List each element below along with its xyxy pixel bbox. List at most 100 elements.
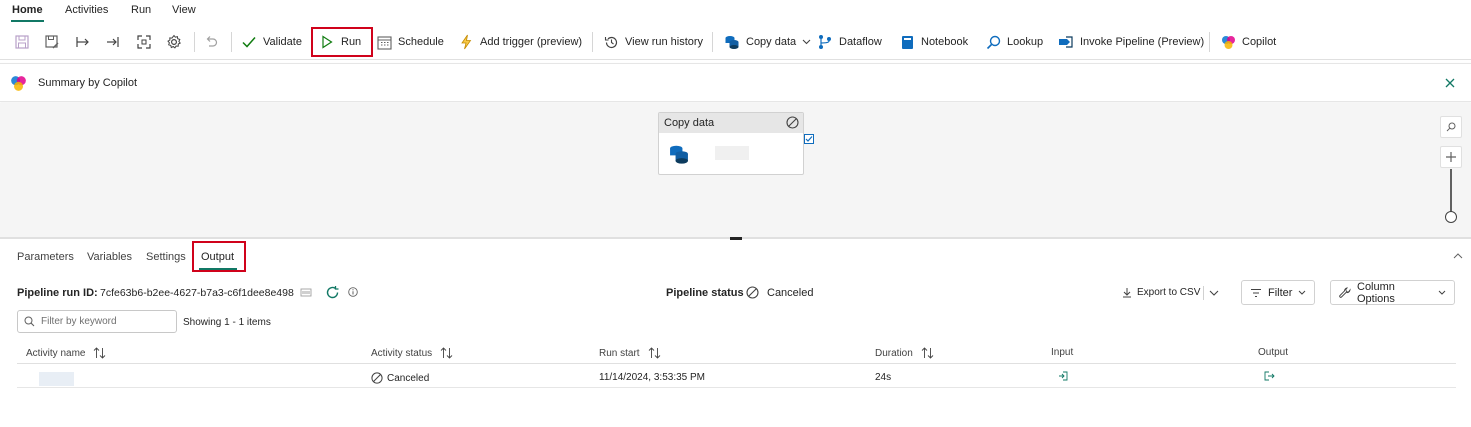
lookup-button[interactable]: Lookup xyxy=(985,31,1043,53)
dataflow-label: Dataflow xyxy=(839,36,882,48)
divider xyxy=(1203,286,1204,300)
filter-keyword-placeholder: Filter by keyword xyxy=(41,316,117,327)
schedule-button[interactable]: Schedule xyxy=(376,31,444,53)
notebook-button[interactable]: Notebook xyxy=(899,31,968,53)
column-header-input: Input xyxy=(1051,347,1073,358)
panel-resize-handle[interactable] xyxy=(730,237,742,240)
column-header-output: Output xyxy=(1258,347,1288,358)
refresh-icon[interactable] xyxy=(325,285,340,300)
filter-label: Filter xyxy=(1268,286,1293,299)
copilot-label: Copilot xyxy=(1242,36,1277,48)
sort-icon[interactable] xyxy=(93,347,106,359)
column-header-duration[interactable]: Duration xyxy=(875,347,934,359)
menu-tab-view[interactable]: View xyxy=(172,4,196,16)
sort-icon[interactable] xyxy=(440,347,453,359)
export-csv-button[interactable]: Export to CSV xyxy=(1122,287,1200,298)
dataflow-button[interactable]: Dataflow xyxy=(817,31,882,53)
zoom-slider-track[interactable] xyxy=(1450,169,1452,215)
activity-select-checkbox[interactable] xyxy=(804,134,814,144)
output-cell[interactable] xyxy=(1264,371,1275,381)
input-cell[interactable] xyxy=(1058,371,1068,381)
search-icon xyxy=(24,316,35,327)
step-in-button[interactable] xyxy=(75,31,91,53)
info-icon[interactable] xyxy=(348,287,358,297)
export-chevron-down-icon[interactable] xyxy=(1209,290,1219,296)
menu-tab-run[interactable]: Run xyxy=(131,4,151,16)
invoke-pipeline-button[interactable]: Invoke Pipeline (Preview) xyxy=(1058,31,1204,53)
arrow-right-bar-icon xyxy=(75,34,91,50)
tab-variables[interactable]: Variables xyxy=(87,251,132,263)
copy-data-button[interactable]: Copy data xyxy=(724,31,811,53)
add-trigger-button[interactable]: Add trigger (preview) xyxy=(458,31,582,53)
activity-name-cell[interactable] xyxy=(39,372,74,386)
view-run-history-button[interactable]: View run history xyxy=(603,31,703,53)
activity-status-value: Canceled xyxy=(387,372,430,384)
filter-button[interactable]: Filter xyxy=(1241,280,1315,305)
copy-data-icon xyxy=(668,143,690,165)
step-out-button[interactable] xyxy=(105,31,121,53)
lookup-label: Lookup xyxy=(1007,36,1044,48)
filter-keyword-input[interactable]: Filter by keyword xyxy=(17,310,177,333)
activity-name-redacted xyxy=(715,146,749,160)
tab-settings[interactable]: Settings xyxy=(146,251,186,263)
fit-view-button[interactable] xyxy=(136,31,152,53)
export-csv-label: Export to CSV xyxy=(1137,287,1201,298)
invoke-pipeline-label: Invoke Pipeline (Preview) xyxy=(1080,36,1205,48)
column-options-button[interactable]: Column Options xyxy=(1330,280,1455,305)
column-header-activity-status[interactable]: Activity status xyxy=(371,347,453,359)
bottom-panel: Parameters Variables Settings Output Pip… xyxy=(0,237,1471,427)
copy-id-icon[interactable] xyxy=(300,287,312,298)
duration-cell: 24s xyxy=(875,372,891,383)
collapse-panel-icon[interactable] xyxy=(1453,252,1463,259)
deactivate-icon[interactable] xyxy=(786,116,799,129)
toolbar-divider xyxy=(231,32,232,52)
view-run-history-label: View run history xyxy=(625,36,704,48)
menu-tab-home[interactable]: Home xyxy=(12,4,43,16)
column-header-activity-name[interactable]: Activity name xyxy=(26,347,106,359)
download-icon xyxy=(1122,287,1132,298)
dataflow-icon xyxy=(817,34,833,50)
calendar-icon xyxy=(376,34,392,50)
copy-data-icon xyxy=(724,34,740,50)
toolbar-divider xyxy=(1209,32,1210,52)
history-icon xyxy=(603,34,619,50)
output-icon[interactable] xyxy=(1264,371,1275,381)
gear-icon xyxy=(166,34,182,50)
chevron-down-icon xyxy=(802,39,811,45)
pipeline-canvas[interactable]: Copy data xyxy=(0,103,1471,237)
column-options-label: Column Options xyxy=(1357,280,1395,305)
copy-data-activity[interactable]: Copy data xyxy=(658,112,804,175)
activity-name-redacted xyxy=(39,372,74,386)
column-header-label: Activity status xyxy=(371,347,433,359)
tab-parameters[interactable]: Parameters xyxy=(17,251,74,263)
run-start-value: 11/14/2024, 3:53:35 PM xyxy=(599,372,706,383)
column-header-run-start[interactable]: Run start xyxy=(599,347,661,359)
chevron-down-icon xyxy=(1298,290,1306,295)
table-row[interactable] xyxy=(17,364,1456,388)
canceled-icon xyxy=(746,286,759,299)
notebook-icon xyxy=(899,34,915,50)
zoom-slider-handle[interactable] xyxy=(1445,211,1457,223)
close-icon[interactable] xyxy=(1444,77,1456,89)
plus-icon xyxy=(1445,151,1457,163)
activity-header: Copy data xyxy=(659,113,803,133)
pipeline-status-label: Pipeline status xyxy=(666,287,744,299)
toolbar: Validate Run Schedule Add trigger (previ… xyxy=(0,25,1471,60)
canvas-search-button[interactable] xyxy=(1440,116,1462,138)
save-as-button[interactable] xyxy=(44,31,60,53)
copy-data-label: Copy data xyxy=(746,36,797,48)
save-button[interactable] xyxy=(14,31,30,53)
lightning-icon xyxy=(458,34,474,50)
validate-button[interactable]: Validate xyxy=(241,31,302,53)
arrow-to-bar-icon xyxy=(105,34,121,50)
sort-icon[interactable] xyxy=(921,347,934,359)
zoom-in-button[interactable] xyxy=(1440,146,1462,168)
menu-tab-activities[interactable]: Activities xyxy=(65,4,108,16)
pipeline-status-value: Canceled xyxy=(767,287,814,299)
showing-items-text: Showing 1 - 1 items xyxy=(183,317,271,328)
undo-button[interactable] xyxy=(203,31,219,53)
input-icon[interactable] xyxy=(1058,371,1068,381)
settings-button[interactable] xyxy=(166,31,182,53)
copilot-button[interactable]: Copilot xyxy=(1220,31,1276,53)
sort-icon[interactable] xyxy=(648,347,661,359)
